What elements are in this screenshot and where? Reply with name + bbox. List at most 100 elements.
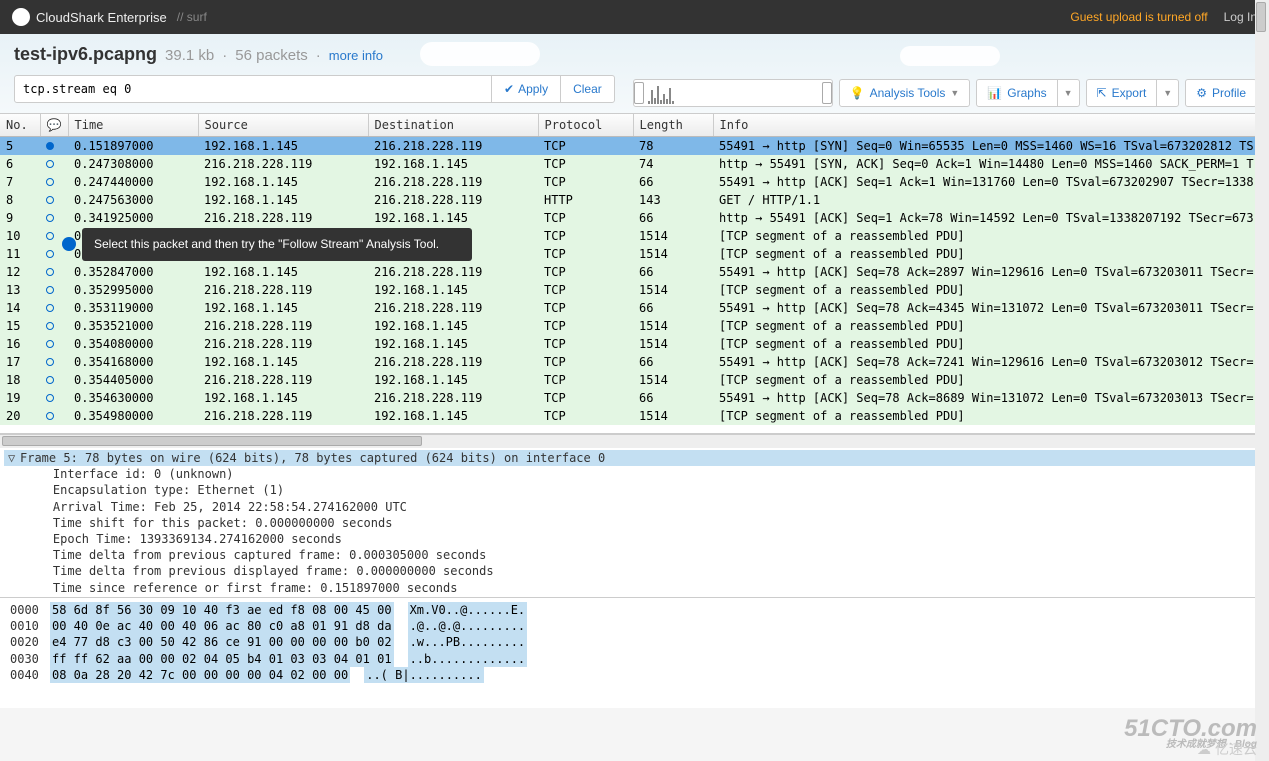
column-header[interactable]: 💬	[40, 114, 68, 137]
detail-line[interactable]: ▽Frame 5: 78 bytes on wire (624 bits), 7…	[4, 450, 1265, 466]
export-button[interactable]: ⇱Export	[1086, 79, 1158, 107]
packet-row[interactable]: 190.354630000192.168.1.145216.218.228.11…	[0, 389, 1269, 407]
dot-icon	[46, 340, 54, 348]
column-header[interactable]: Protocol	[538, 114, 633, 137]
packet-row[interactable]: 140.353119000192.168.1.145216.218.228.11…	[0, 299, 1269, 317]
packet-row[interactable]: 180.354405000216.218.228.119192.168.1.14…	[0, 371, 1269, 389]
hex-row[interactable]: 0020e4 77 d8 c3 00 50 42 86 ce 91 00 00 …	[10, 634, 1259, 650]
dot-icon	[46, 178, 54, 186]
comment-icon: 💬	[47, 118, 62, 132]
dot-icon	[46, 394, 54, 402]
watermark: 51CTO.com 技术成就梦想 · Blog	[1124, 718, 1257, 749]
packet-row[interactable]: 80.247563000192.168.1.145216.218.228.119…	[0, 191, 1269, 209]
file-name: test-ipv6.pcapng	[14, 44, 157, 65]
dot-icon	[46, 196, 54, 204]
cloud-decoration	[900, 46, 1000, 66]
dot-icon	[46, 214, 54, 222]
caret-down-icon: ▼	[950, 88, 959, 98]
packet-row[interactable]: 70.247440000192.168.1.145216.218.228.119…	[0, 173, 1269, 191]
detail-line[interactable]: Encapsulation type: Ethernet (1)	[4, 482, 1265, 498]
timeline-sparkline	[648, 86, 818, 104]
detail-line[interactable]: Interface id: 0 (unknown)	[4, 466, 1265, 482]
cloud-icon	[12, 8, 30, 26]
file-meta-sep: ·	[316, 47, 321, 64]
tooltip-anchor-icon	[62, 237, 76, 251]
packet-row[interactable]: 130.352995000216.218.228.119192.168.1.14…	[0, 281, 1269, 299]
hex-row[interactable]: 000058 6d 8f 56 30 09 10 40 f3 ae ed f8 …	[10, 602, 1259, 618]
packet-row[interactable]: 50.151897000192.168.1.145216.218.228.119…	[0, 137, 1269, 156]
dot-icon	[46, 412, 54, 420]
apply-button[interactable]: ✔Apply	[491, 75, 561, 103]
packet-row[interactable]: 120.352847000192.168.1.145216.218.228.11…	[0, 263, 1269, 281]
gear-icon: ⚙	[1196, 86, 1207, 100]
packet-row[interactable]: 170.354168000192.168.1.145216.218.228.11…	[0, 353, 1269, 371]
column-header[interactable]: Info	[713, 114, 1269, 137]
clear-button[interactable]: Clear	[560, 75, 615, 103]
horizontal-scrollbar[interactable]	[0, 434, 1269, 448]
filter-input[interactable]	[14, 75, 492, 103]
check-icon: ✔	[504, 82, 514, 96]
timeline-handle-left[interactable]	[634, 82, 644, 104]
packet-row[interactable]: 160.354080000216.218.228.119192.168.1.14…	[0, 335, 1269, 353]
dot-icon	[46, 358, 54, 366]
dot-icon	[46, 286, 54, 294]
bulb-icon: 💡	[850, 86, 865, 100]
graphs-dropdown[interactable]: ▼	[1057, 79, 1080, 107]
triangle-down-icon: ▽	[8, 450, 20, 466]
hex-dump[interactable]: 000058 6d 8f 56 30 09 10 40 f3 ae ed f8 …	[0, 598, 1269, 708]
dot-icon	[46, 160, 54, 168]
packet-details[interactable]: ▽Frame 5: 78 bytes on wire (624 bits), 7…	[0, 448, 1269, 598]
logo: CloudShark Enterprise // surf	[12, 8, 207, 26]
column-header[interactable]: Time	[68, 114, 198, 137]
profile-button[interactable]: ⚙Profile	[1185, 79, 1257, 107]
dot-icon	[46, 376, 54, 384]
file-meta-sep: ·	[222, 47, 227, 64]
analysis-tools-button[interactable]: 💡Analysis Tools▼	[839, 79, 971, 107]
column-header[interactable]: No.	[0, 114, 40, 137]
hex-row[interactable]: 0030ff ff 62 aa 00 00 02 04 05 b4 01 03 …	[10, 651, 1259, 667]
dot-icon	[46, 232, 54, 240]
timeline-slider[interactable]	[633, 79, 833, 107]
caret-down-icon: ▼	[1064, 88, 1073, 98]
login-link[interactable]: Log In	[1224, 10, 1257, 24]
column-header[interactable]: Source	[198, 114, 368, 137]
packet-row[interactable]: 200.354980000216.218.228.119192.168.1.14…	[0, 407, 1269, 425]
watermark-secondary: ☁亿速云	[1197, 739, 1257, 759]
export-icon: ⇱	[1097, 86, 1107, 100]
file-header: test-ipv6.pcapng 39.1 kb · 56 packets · …	[0, 34, 1269, 114]
hex-row[interactable]: 004008 0a 28 20 42 7c 00 00 00 00 04 02 …	[10, 667, 1259, 683]
brand-name: CloudShark Enterprise	[36, 10, 167, 25]
detail-line[interactable]: Time shift for this packet: 0.000000000 …	[4, 515, 1265, 531]
column-header[interactable]: Destination	[368, 114, 538, 137]
column-header[interactable]: Length	[633, 114, 713, 137]
packet-row[interactable]: 60.247308000216.218.228.119192.168.1.145…	[0, 155, 1269, 173]
packet-row[interactable]: 150.353521000216.218.228.119192.168.1.14…	[0, 317, 1269, 335]
brand-sub: // surf	[177, 10, 207, 24]
cloud-decoration	[420, 42, 540, 66]
packet-row[interactable]: 90.341925000216.218.228.119192.168.1.145…	[0, 209, 1269, 227]
packet-count: 56 packets	[235, 47, 308, 64]
dot-icon	[46, 322, 54, 330]
guest-upload-status: Guest upload is turned off	[1070, 10, 1207, 24]
hint-tooltip: Select this packet and then try the "Fol…	[82, 228, 472, 261]
detail-line[interactable]: Arrival Time: Feb 25, 2014 22:58:54.2741…	[4, 499, 1265, 515]
top-bar: CloudShark Enterprise // surf Guest uplo…	[0, 0, 1269, 34]
graphs-button[interactable]: 📊Graphs	[976, 79, 1057, 107]
toolbar: 💡Analysis Tools▼ 📊Graphs ▼ ⇱Export ▼ ⚙Pr…	[633, 79, 1257, 107]
detail-line[interactable]: Epoch Time: 1393369134.274162000 seconds	[4, 531, 1265, 547]
dot-icon	[46, 304, 54, 312]
export-dropdown[interactable]: ▼	[1156, 79, 1179, 107]
hex-row[interactable]: 001000 40 0e ac 40 00 40 06 ac 80 c0 a8 …	[10, 618, 1259, 634]
more-info-link[interactable]: more info	[329, 48, 383, 63]
dot-icon	[46, 142, 54, 150]
cloud-icon: ☁	[1197, 741, 1211, 758]
vertical-scrollbar[interactable]	[1255, 448, 1269, 598]
dot-icon	[46, 250, 54, 258]
detail-line[interactable]: Time since reference or first frame: 0.1…	[4, 580, 1265, 596]
detail-line[interactable]: Time delta from previous captured frame:…	[4, 547, 1265, 563]
chart-icon: 📊	[987, 86, 1002, 100]
file-size: 39.1 kb	[165, 47, 214, 64]
detail-line[interactable]: Time delta from previous displayed frame…	[4, 563, 1265, 579]
packet-list[interactable]: No. 💬 TimeSourceDestinationProtocolLengthI…	[0, 114, 1269, 434]
timeline-handle-right[interactable]	[822, 82, 832, 104]
